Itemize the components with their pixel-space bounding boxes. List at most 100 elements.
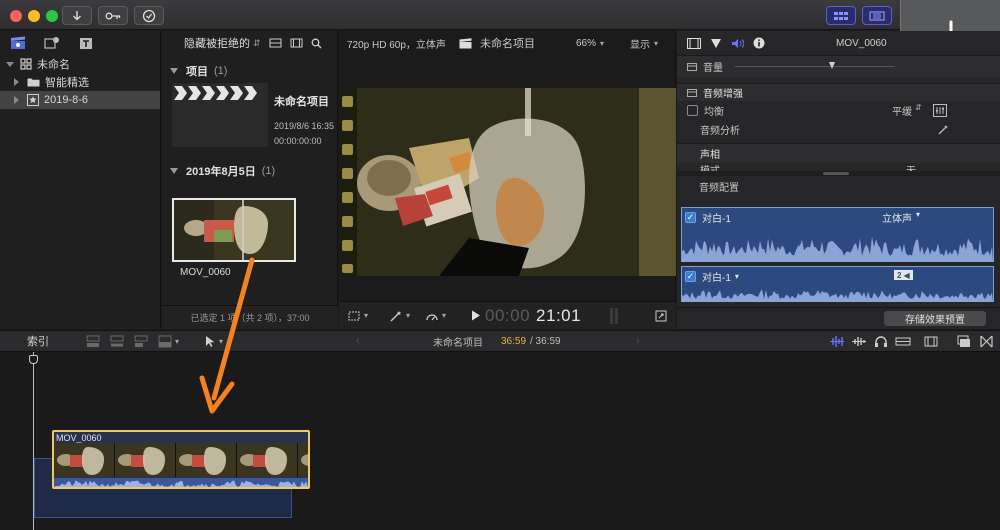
updown-chevron-icon: ⇵: [915, 103, 922, 112]
channel-mode-popup[interactable]: 立体声 ▾: [882, 210, 920, 225]
timeline-clip-filmstrip: [54, 443, 308, 477]
audio-enhance-header[interactable]: 音频增强: [677, 83, 1000, 101]
event-star-icon: [27, 94, 39, 106]
transitions-browser-icon[interactable]: [980, 335, 993, 348]
transform-popup[interactable]: ▾: [347, 310, 368, 322]
disclosure-open-icon[interactable]: [6, 61, 14, 67]
timeline-area[interactable]: MOV_0060: [0, 257, 1000, 530]
keywords-button[interactable]: [98, 6, 128, 25]
timeline-view-button[interactable]: [862, 6, 892, 25]
zoom-popup[interactable]: 66% ▾: [576, 38, 604, 49]
library-sidebar: 未命名 智能精选 2019-8-6: [0, 31, 161, 329]
eq-popup[interactable]: 平缓 ⇵: [892, 103, 922, 118]
video-preview[interactable]: [339, 88, 676, 276]
minimize-window-button[interactable]: [28, 10, 40, 22]
crop-frame-icon: [347, 310, 361, 322]
connect-clip-icon[interactable]: [86, 335, 100, 348]
search-icon[interactable]: [311, 38, 322, 49]
audio-channel-1[interactable]: ✓ 对白-1 立体声 ▾: [681, 207, 994, 262]
import-button[interactable]: [62, 6, 92, 25]
insert-clip-icon[interactable]: [110, 335, 124, 348]
channel-count-badge: 2 ◀: [894, 270, 913, 280]
volume-slider[interactable]: [735, 66, 895, 67]
clip-appearance-icon[interactable]: [924, 335, 938, 348]
photos-audio-tab-icon[interactable]: [44, 36, 60, 50]
list-view-icon[interactable]: [269, 38, 282, 48]
disclosure-closed-icon[interactable]: [14, 78, 19, 86]
eq-settings-icon[interactable]: [933, 104, 947, 117]
disclosure-closed-icon[interactable]: [14, 96, 19, 104]
enhance-popup[interactable]: ▾: [389, 310, 410, 322]
eq-row: 均衡 平缓 ⇵: [677, 101, 1000, 120]
section-icon: [687, 88, 697, 97]
libraries-tab-clapper-icon[interactable]: [10, 36, 26, 50]
library-item-label: 未命名: [37, 59, 70, 71]
video-inspector-tab-icon[interactable]: [687, 37, 701, 49]
audio-inspector-tab-icon[interactable]: [731, 38, 744, 49]
volume-row: 音量: [677, 55, 1000, 77]
fullscreen-icon[interactable]: [655, 310, 667, 322]
library-grid-icon: [20, 58, 32, 70]
library-item-event[interactable]: 2019-8-6: [0, 91, 160, 109]
updown-chevron-icon: ⇵: [253, 37, 261, 48]
clip-thumbnail[interactable]: [172, 198, 296, 262]
headphones-icon[interactable]: [874, 335, 888, 348]
analysis-wand-icon[interactable]: [937, 124, 949, 135]
background-tasks-button[interactable]: [134, 6, 164, 25]
library-item[interactable]: 未命名: [0, 55, 160, 73]
audio-meter-mini: [609, 308, 619, 324]
color-inspector-tab-icon[interactable]: [710, 38, 722, 49]
append-clip-icon[interactable]: [134, 335, 148, 348]
zoom-window-button[interactable]: [46, 10, 58, 22]
effects-browser-icon[interactable]: [957, 335, 971, 348]
eq-checkbox[interactable]: [687, 105, 698, 116]
filmstrip-view-icon[interactable]: [290, 38, 303, 48]
check-circle-icon: [142, 9, 156, 23]
projects-section-header[interactable]: 项目 (1): [162, 61, 337, 81]
project-date: 2019/8/6 16:35: [274, 121, 335, 131]
viewer-pane: 720p HD 60p，立体声 未命名项目 66% ▾ 显示 ▾ ▾ ▾ ▾ 0…: [339, 31, 676, 329]
titles-generators-tab-icon[interactable]: [78, 36, 94, 50]
history-forward-icon[interactable]: ›: [636, 335, 640, 347]
disclosure-open-icon[interactable]: [170, 168, 178, 174]
audio-channel-2[interactable]: ✓ 对白-1 ▾ 2 ◀: [681, 266, 994, 302]
close-window-button[interactable]: [10, 10, 22, 22]
volume-slider-knob[interactable]: [829, 62, 835, 69]
chevron-down-icon[interactable]: ▾: [735, 272, 739, 281]
audio-skimming-icon[interactable]: [829, 335, 845, 348]
chevron-down-icon: ▾: [406, 311, 411, 320]
pan-header[interactable]: 声相: [677, 143, 1000, 163]
timecode-display[interactable]: 00:00 21:01: [485, 306, 581, 326]
event-section-header[interactable]: 2019年8月5日 (1): [162, 161, 337, 181]
save-preset-button[interactable]: 存储效果预置: [884, 311, 986, 326]
filter-popup[interactable]: 隐藏被拒绝的 ⇵: [184, 35, 261, 51]
channel-2-checkbox[interactable]: ✓: [685, 271, 696, 282]
overwrite-popup[interactable]: ▾: [158, 335, 179, 348]
chevron-down-icon: ▾: [654, 38, 659, 48]
timeline-clip-waveform: [54, 478, 308, 487]
project-item[interactable]: 未命名项目 2019/8/6 16:35 00:00:00:00: [162, 81, 337, 153]
waveform-icon[interactable]: [851, 335, 867, 348]
channel-2-waveform: [682, 289, 993, 302]
playhead-handle[interactable]: [29, 355, 38, 364]
audio-config-label-row: 音频配置: [699, 182, 739, 194]
timeline-total-time: / 36:59: [530, 335, 561, 347]
speed-popup[interactable]: ▾: [425, 310, 446, 322]
timeline-clip[interactable]: MOV_0060: [52, 430, 310, 489]
library-item-smart-collections[interactable]: 智能精选: [0, 73, 160, 91]
display-popup[interactable]: 显示 ▾: [630, 36, 658, 51]
history-back-icon[interactable]: ‹: [356, 335, 360, 347]
grid-icon: [833, 11, 849, 21]
browser-view-button[interactable]: [826, 6, 856, 25]
filmstrip-icon: [869, 10, 885, 21]
info-inspector-tab-icon[interactable]: [753, 37, 765, 49]
chevron-down-icon: ▾: [916, 210, 921, 219]
disclosure-open-icon[interactable]: [170, 68, 178, 74]
timeline-index-button[interactable]: 索引: [27, 333, 49, 349]
viewer-transport-bar: ▾ ▾ ▾ 00:00 21:01: [339, 301, 676, 329]
channel-1-checkbox[interactable]: ✓: [685, 212, 696, 223]
top-toolbar: [0, 0, 1000, 30]
solo-icon[interactable]: [895, 335, 911, 348]
play-button[interactable]: [471, 310, 481, 321]
volume-section-icon: [687, 62, 697, 71]
